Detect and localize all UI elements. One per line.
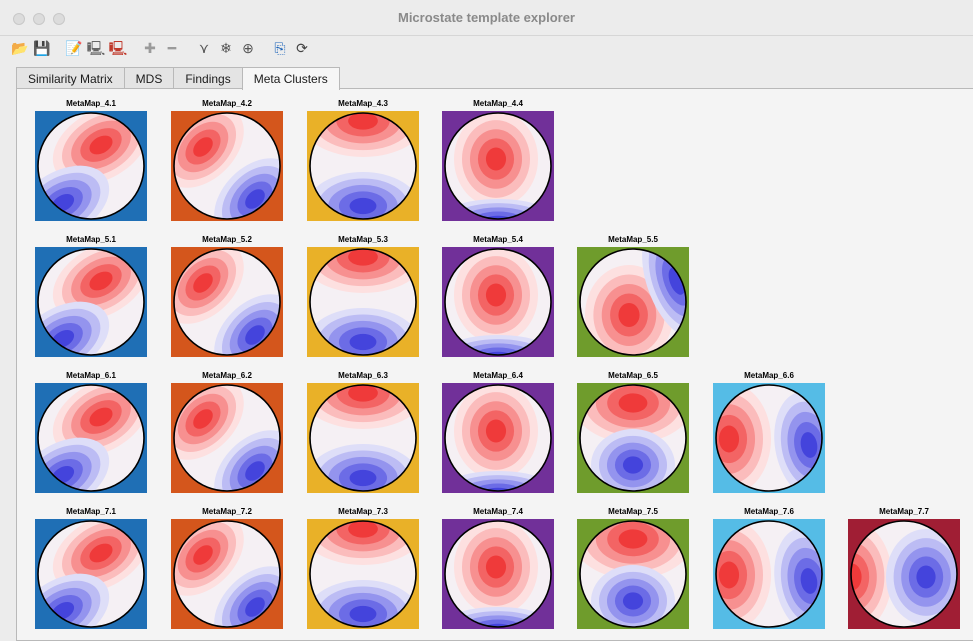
app-window: Microstate template explorer 📂 💾 📝 🖳 🖳 ✚ ━ ⋎ ❄ ⊕ ⎘…	[0, 0, 973, 641]
metamap-label: MetaMap_7.1	[66, 507, 116, 516]
tab-mds[interactable]: MDS	[123, 67, 175, 89]
metamap-7-4[interactable]: MetaMap_7.4	[442, 507, 554, 631]
metamap-label: MetaMap_4.2	[202, 99, 252, 108]
topographic-map	[713, 383, 825, 493]
topographic-map	[848, 519, 960, 629]
metamap-6-1[interactable]: MetaMap_6.1	[35, 371, 147, 495]
topographic-map	[307, 519, 419, 629]
metamap-6-4[interactable]: MetaMap_6.4	[442, 371, 554, 495]
metamap-label: MetaMap_5.5	[608, 235, 658, 244]
export-icon[interactable]: ⎘	[270, 38, 290, 58]
topographic-map	[577, 383, 689, 493]
meta-clusters-panel: MetaMap_4.1 MetaMap_4.2 MetaMap_4.3 MetaMap…	[16, 88, 973, 641]
topographic-map	[35, 111, 147, 221]
delete-data-icon[interactable]: 🖳	[108, 38, 128, 58]
metamap-4-4[interactable]: MetaMap_4.4	[442, 99, 554, 223]
topographic-map	[307, 383, 419, 493]
topographic-map	[713, 519, 825, 629]
topographic-map	[307, 247, 419, 357]
metamap-7-1[interactable]: MetaMap_7.1	[35, 507, 147, 631]
refresh-icon[interactable]: ⟳	[292, 38, 312, 58]
metamap-label: MetaMap_4.1	[66, 99, 116, 108]
topographic-map	[35, 247, 147, 357]
tab-meta-clusters[interactable]: Meta Clusters	[241, 67, 340, 90]
topographic-map	[171, 111, 283, 221]
toolbar: 📂 💾 📝 🖳 🖳 ✚ ━ ⋎ ❄ ⊕ ⎘ ⟳	[0, 36, 973, 60]
topographic-map	[171, 519, 283, 629]
topographic-map	[35, 383, 147, 493]
topographic-map	[577, 519, 689, 629]
topographic-map	[442, 111, 554, 221]
metamap-6-6[interactable]: MetaMap_6.6	[713, 371, 825, 495]
tab-findings[interactable]: Findings	[173, 67, 243, 89]
metamap-5-1[interactable]: MetaMap_5.1	[35, 235, 147, 359]
metamap-label: MetaMap_7.6	[744, 507, 794, 516]
select-data-icon[interactable]: 🖳	[86, 38, 106, 58]
open-folder-icon[interactable]: 📂	[10, 38, 30, 58]
metamap-5-3[interactable]: MetaMap_5.3	[307, 235, 419, 359]
metamap-6-3[interactable]: MetaMap_6.3	[307, 371, 419, 495]
metamap-4-2[interactable]: MetaMap_4.2	[171, 99, 283, 223]
metamap-label: MetaMap_5.3	[338, 235, 388, 244]
metamap-label: MetaMap_4.3	[338, 99, 388, 108]
topographic-map	[35, 519, 147, 629]
metamap-label: MetaMap_6.4	[473, 371, 523, 380]
topographic-map	[442, 383, 554, 493]
metamap-4-3[interactable]: MetaMap_4.3	[307, 99, 419, 223]
tab-bar: Similarity Matrix MDS Findings Meta Cluster…	[16, 67, 340, 90]
metamap-label: MetaMap_4.4	[473, 99, 523, 108]
metamap-6-2[interactable]: MetaMap_6.2	[171, 371, 283, 495]
metamap-7-6[interactable]: MetaMap_7.6	[713, 507, 825, 631]
topographic-map	[171, 383, 283, 493]
metamap-5-2[interactable]: MetaMap_5.2	[171, 235, 283, 359]
metamap-label: MetaMap_6.2	[202, 371, 252, 380]
metamap-7-2[interactable]: MetaMap_7.2	[171, 507, 283, 631]
metamap-5-5[interactable]: MetaMap_5.5	[577, 235, 689, 359]
metamap-5-4[interactable]: MetaMap_5.4	[442, 235, 554, 359]
title-bar: Microstate template explorer	[0, 0, 973, 36]
metamap-label: MetaMap_5.1	[66, 235, 116, 244]
metamap-label: MetaMap_7.5	[608, 507, 658, 516]
tab-similarity-matrix[interactable]: Similarity Matrix	[16, 67, 125, 89]
remove-icon[interactable]: ━	[162, 38, 182, 58]
metamap-label: MetaMap_5.2	[202, 235, 252, 244]
metamap-label: MetaMap_6.5	[608, 371, 658, 380]
metamap-label: MetaMap_7.4	[473, 507, 523, 516]
topographic-map	[577, 247, 689, 357]
metamap-label: MetaMap_5.4	[473, 235, 523, 244]
metamap-4-1[interactable]: MetaMap_4.1	[35, 99, 147, 223]
metamap-label: MetaMap_6.1	[66, 371, 116, 380]
topographic-map	[442, 247, 554, 357]
metamap-label: MetaMap_6.6	[744, 371, 794, 380]
metamap-label: MetaMap_7.3	[338, 507, 388, 516]
metamap-label: MetaMap_6.3	[338, 371, 388, 380]
topographic-map	[171, 247, 283, 357]
metamap-7-5[interactable]: MetaMap_7.5	[577, 507, 689, 631]
add-icon[interactable]: ✚	[140, 38, 160, 58]
metamap-7-7[interactable]: MetaMap_7.7	[848, 507, 960, 631]
flip-icon[interactable]: ⊕	[238, 38, 258, 58]
metamap-6-5[interactable]: MetaMap_6.5	[577, 371, 689, 495]
topographic-map	[307, 111, 419, 221]
save-icon[interactable]: 💾	[32, 38, 52, 58]
metamap-label: MetaMap_7.2	[202, 507, 252, 516]
cluster-icon[interactable]: ❄	[216, 38, 236, 58]
metamap-7-3[interactable]: MetaMap_7.3	[307, 507, 419, 631]
edit-icon[interactable]: 📝	[64, 38, 84, 58]
topographic-map	[442, 519, 554, 629]
window-title: Microstate template explorer	[397, 10, 575, 25]
metamap-label: MetaMap_7.7	[879, 507, 929, 516]
sort-icon[interactable]: ⋎	[194, 38, 214, 58]
